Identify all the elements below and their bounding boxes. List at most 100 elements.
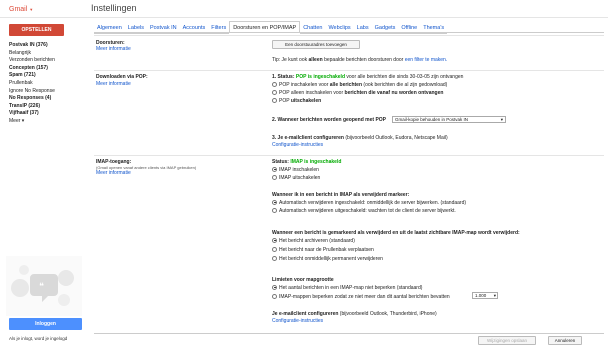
imap-client-hint: (bijvoorbeeld Outlook, Thunderbird, iPho… (338, 311, 437, 317)
radio-option[interactable]: POP alleen inschakelen voor berichten di… (272, 89, 444, 96)
pop-status-prefix: 1. Status: (272, 74, 296, 80)
option-text: Het bericht onmiddellijk permanent verwi… (279, 256, 383, 262)
forwarding-tip: Tip: Je kunt ook alleen bepaalde bericht… (272, 57, 447, 63)
sidebar-folder-item[interactable]: TransIP (226) (9, 103, 55, 111)
imap-expunge-title: Wanneer een bericht is gemarkeerd als ve… (272, 230, 520, 236)
add-forwarding-address-button[interactable]: Een doorstuuradres toevoegen (272, 40, 360, 49)
imap-enable-radio[interactable] (272, 166, 277, 172)
option-text: Het bericht naar de Prullenbak verplaats… (279, 247, 374, 253)
pop-client-hint: (bijvoorbeeld Outlook, Eudora, Netscape … (343, 135, 448, 141)
pop-config-instructions-link[interactable]: Configuratie-instructies (272, 142, 323, 148)
option-text: Automatisch verwijderen uitgeschakeld: w… (279, 208, 456, 214)
pop-client-label: 3. Je e-mailclient configureren (272, 135, 344, 141)
option-text: POP (279, 98, 291, 104)
pop-client: 3. Je e-mailclient configureren (bijvoor… (272, 135, 448, 141)
svg-text:❝: ❝ (39, 282, 44, 292)
radio-button[interactable] (272, 255, 277, 261)
radio-option[interactable]: Het aantal berichten in een IMAP-map nie… (272, 284, 423, 291)
sidebar-folder-item[interactable]: Concepten (157) (9, 65, 55, 73)
pop-label: Downloaden via POP: (96, 74, 148, 80)
pop-status-value: POP is ingeschakeld (295, 74, 346, 80)
sidebar-folder-item[interactable]: Verzonden berichten (9, 57, 55, 65)
page-title: Instellingen (91, 3, 137, 13)
imap-enable-label: IMAP inschakelen (279, 167, 319, 173)
sidebar: OPSTELLEN Postvak IN (376) Belangrijk Verz… (0, 18, 90, 347)
tip-mid: bepaalde berichten doorsturen door (322, 57, 405, 63)
radio-option[interactable]: POP inschakelen voor alle berichten (ook… (272, 81, 447, 88)
pop-section: Downloaden via POP: Meer informatie 1. S… (94, 70, 604, 155)
radio-button[interactable] (272, 89, 277, 95)
imap-config-instructions-link[interactable]: Configuratie-instructies (272, 318, 323, 324)
pop-when-select[interactable]: Gmail-kopie behouden in Postvak IN ▾ (392, 116, 506, 123)
settings-content: Doorsturen: Meer informatie Een doorstuu… (94, 33, 604, 333)
radio-button[interactable] (272, 284, 277, 290)
radio-option[interactable]: Het bericht archiveren (standaard) (272, 237, 355, 244)
sidebar-folder-item[interactable]: Prullenbak (9, 80, 55, 88)
pop-when-label: 2. Wanneer berichten worden geopend met … (272, 117, 387, 123)
option-text: alle berichten (329, 82, 363, 88)
imap-disable-option[interactable]: IMAP uitschakelen (272, 174, 320, 181)
pop-status-suffix: voor alle berichten die sinds 30-03-05 z… (345, 74, 464, 80)
radio-button[interactable] (272, 199, 277, 205)
hangouts-illustration: ❝ (6, 256, 82, 316)
radio-button[interactable] (272, 246, 277, 252)
radio-option[interactable]: IMAP-mappen beperken zodat ze niet meer … (272, 293, 450, 300)
pop-more-info-link[interactable]: Meer informatie (96, 81, 131, 87)
sidebar-folder-item[interactable]: Spam (721) (9, 72, 55, 80)
option-text: berichten die vanaf nu worden ontvangen (344, 90, 444, 96)
gmail-logo[interactable]: Gmail ▼ (9, 6, 33, 13)
settings-footer: Wijzigingen opslaan Annuleren (94, 333, 604, 347)
imap-section: IMAP-toegang: (Gmail openen vanaf andere… (94, 155, 604, 333)
radio-option[interactable]: Automatisch verwijderen uitgeschakeld: w… (272, 207, 456, 214)
imap-status-value: IMAP is ingeschakeld (290, 159, 342, 165)
folder-list: Postvak IN (376) Belangrijk Verzonden beri… (9, 42, 55, 126)
imap-delete-title: Wanneer ik in een bericht in IMAP als ve… (272, 192, 410, 198)
sidebar-folder-item[interactable]: Belangrijk (9, 50, 55, 58)
chevron-down-icon: ▾ (493, 293, 496, 298)
radio-button[interactable] (272, 97, 277, 103)
imap-client-label: Je e-mailclient configureren (272, 311, 339, 317)
radio-option[interactable]: Het bericht onmiddellijk permanent verwi… (272, 255, 383, 262)
imap-client: Je e-mailclient configureren (bijvoorbee… (272, 311, 437, 317)
imap-limit-select[interactable]: 1.000 ▾ (472, 292, 498, 299)
option-text: POP inschakelen voor (279, 82, 330, 88)
radio-button[interactable] (272, 293, 277, 299)
radio-button[interactable] (272, 237, 277, 243)
imap-limit-title: Limieten voor mapgrootte (272, 277, 334, 283)
sidebar-folder-item[interactable]: No Responses (4) (9, 95, 55, 103)
sidebar-folder-item[interactable]: Ignore No Response (9, 88, 55, 96)
cancel-button[interactable]: Annuleren (548, 336, 582, 345)
option-text: Het bericht archiveren (standaard) (279, 238, 355, 244)
signin-button[interactable]: Inloggen (9, 318, 82, 330)
radio-option[interactable]: POP uitschakelen (272, 97, 321, 104)
sidebar-folder-item[interactable]: Postvak IN (376) (9, 42, 55, 50)
pop-status: 1. Status: POP is ingeschakeld voor alle… (272, 74, 463, 80)
tip-prefix: Tip: Je kunt ook (272, 57, 309, 63)
radio-button[interactable] (272, 207, 277, 213)
radio-button[interactable] (272, 81, 277, 87)
tip-bold: alleen (308, 57, 323, 63)
logo-text: Gmail (9, 6, 28, 13)
pop-when-value: Gmail-kopie behouden in Postvak IN (395, 117, 469, 122)
sidebar-folder-item[interactable]: Meer ▾ (9, 118, 55, 126)
compose-button[interactable]: OPSTELLEN (9, 24, 64, 36)
create-filter-link[interactable]: een filter te maken. (405, 57, 448, 63)
imap-enable-option[interactable]: IMAP inschakelen (272, 166, 319, 173)
signin-hint: Als je inlogt, word je ingelogd (9, 336, 68, 341)
radio-option[interactable]: Het bericht naar de Prullenbak verplaats… (272, 246, 374, 253)
save-changes-button[interactable]: Wijzigingen opslaan (478, 336, 536, 345)
forwarding-section: Doorsturen: Meer informatie Een doorstuu… (94, 35, 604, 63)
option-text: Het aantal berichten in een IMAP-map nie… (279, 285, 423, 291)
imap-limit-value: 1.000 (475, 293, 487, 298)
imap-status: Status: IMAP is ingeschakeld (272, 159, 341, 165)
imap-more-info-link[interactable]: Meer informatie (96, 170, 131, 176)
sidebar-folder-item[interactable]: Vijfhaaif (37) (9, 110, 55, 118)
imap-disable-radio[interactable] (272, 174, 277, 180)
radio-option[interactable]: Automatisch verwijderen ingeschakeld: on… (272, 199, 467, 206)
chevron-down-icon: ▼ (29, 7, 34, 12)
top-bar: Gmail ▼ Instellingen (0, 0, 608, 18)
option-text: Automatisch verwijderen ingeschakeld: on… (279, 200, 467, 206)
option-text: IMAP-mappen beperken zodat ze niet meer … (279, 294, 450, 300)
option-text: POP alleen inschakelen voor (279, 90, 345, 96)
forwarding-more-info-link[interactable]: Meer informatie (96, 46, 131, 52)
